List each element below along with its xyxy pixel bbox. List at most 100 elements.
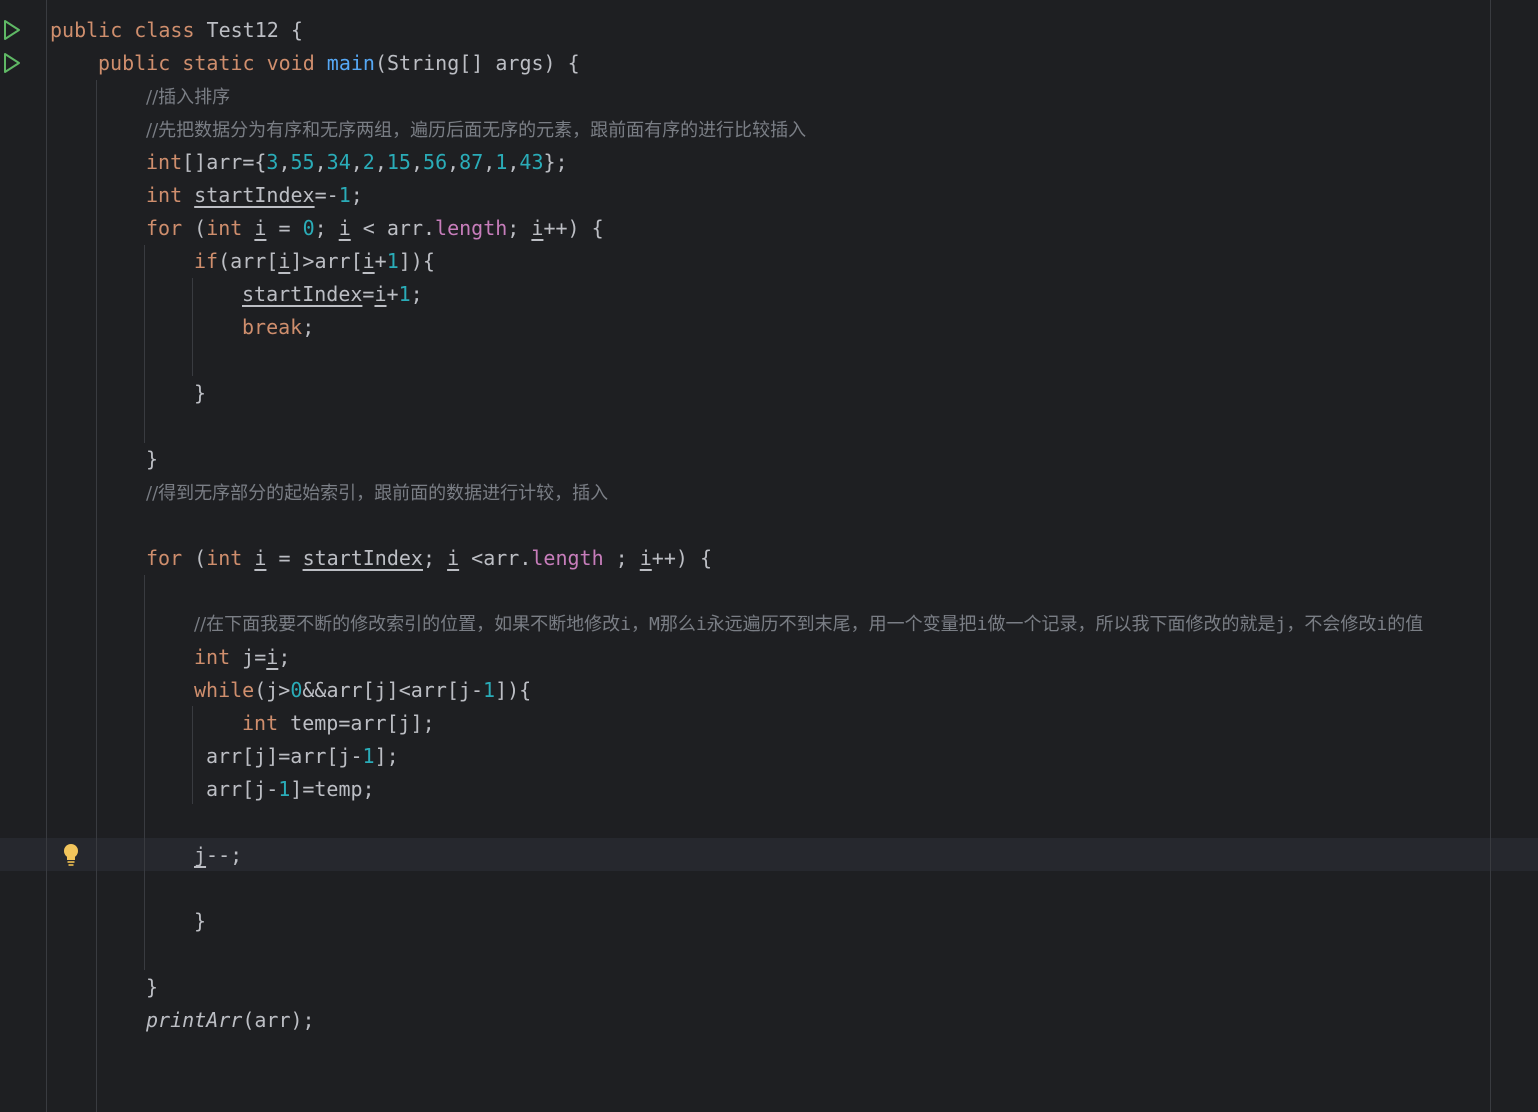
number: 0 [302,216,315,240]
variable: startIndex [302,546,423,570]
class-name: Test12 { [206,18,303,42]
code-text: (String[] args) { [374,51,580,75]
comment: M [648,614,660,635]
variable: i [447,546,460,570]
code-text: = [362,282,375,306]
gutter-border [46,0,47,1112]
method-name: main [326,51,375,75]
code-line[interactable]: } [146,971,158,1004]
code-text: --; [206,843,243,867]
number: 1 [386,249,399,273]
code-line[interactable]: j--; [194,839,242,872]
keyword: int [206,216,255,240]
number: 1 [398,282,411,306]
code-line[interactable]: //插入排序 [146,80,230,113]
code-text: = [266,216,303,240]
comment: ， [630,614,649,635]
code-text: arr[j]=arr[j- [206,744,363,768]
code-text: &&arr[j]<arr[j- [302,678,484,702]
code-text: ]){ [495,678,532,702]
code-text: ++) { [543,216,604,240]
code-line[interactable]: public static void main(String[] args) { [98,47,580,80]
code-text: (j> [254,678,291,702]
code-text: ; [410,282,423,306]
variable: i [531,216,544,240]
number: 2 [362,150,375,174]
number: 55 [290,150,315,174]
code-line[interactable]: } [194,905,206,938]
code-line[interactable]: } [194,377,206,410]
code-text: ( [194,546,207,570]
number: 1 [278,777,291,801]
keyword: int [146,183,195,207]
variable: j [194,843,207,867]
comment: //在下面我要不断的修改索引的位置，如果不断地修改 [194,614,621,635]
code-line[interactable]: for (int i = startIndex; i <arr.length ;… [146,542,712,575]
variable: i [266,645,279,669]
code-line[interactable]: public class Test12 { [50,14,303,47]
comment: //插入排序 [146,87,231,108]
code-line[interactable]: while(j>0&&arr[j]<arr[j-1]){ [194,674,531,707]
code-text: ]>arr[ [290,249,363,273]
code-line[interactable]: //在下面我要不断的修改索引的位置，如果不断地修改i，M那么i永远遍历不到末尾，… [194,608,1423,641]
variable: i [338,216,351,240]
code-text: ]){ [398,249,435,273]
number: 1 [495,150,508,174]
keyword: for [146,546,195,570]
keyword: int [242,711,291,735]
variable: i [362,249,375,273]
number: 87 [459,150,484,174]
comment: j [1275,614,1287,635]
variable: startIndex [242,282,363,306]
code-text: j= [242,645,267,669]
code-text: ( [194,216,207,240]
code-line[interactable]: for (int i = 0; i < arr.length; i++) { [146,212,604,245]
code-text: =- [314,183,339,207]
comment: //先把数据分为有序和无序两组，遍历后面无序的元素，跟前面有序的进行比较插入 [146,120,807,141]
code-text: } [146,975,159,999]
run-main-icon[interactable] [2,52,22,74]
code-text: + [374,249,387,273]
keyword: public class [50,18,207,42]
comment: ，不会修改 [1286,614,1377,635]
code-text: ; [350,183,363,207]
code-line[interactable]: int startIndex=-1; [146,179,363,212]
code-line[interactable]: arr[j-1]=temp; [206,773,375,806]
code-text: ; [278,645,291,669]
run-class-icon[interactable] [2,19,22,41]
code-line[interactable]: int j=i; [194,641,290,674]
variable: i [278,249,291,273]
code-line[interactable]: //得到无序部分的起始索引，跟前面的数据进行计较，插入 [146,476,608,509]
code-line[interactable]: arr[j]=arr[j-1]; [206,740,399,773]
code-line[interactable]: break; [242,311,314,344]
code-text: (arr[ [218,249,279,273]
code-text: arr[j- [206,777,279,801]
field: length [435,216,508,240]
code-text: } [194,909,207,933]
keyword: int [206,546,255,570]
code-text: < arr. [350,216,436,240]
lightbulb-icon[interactable] [62,843,80,867]
keyword: while [194,678,255,702]
indent-guide [144,245,145,443]
code-line[interactable]: //先把数据分为有序和无序两组，遍历后面无序的元素，跟前面有序的进行比较插入 [146,113,806,146]
number: 43 [519,150,544,174]
method-call: printArr [146,1008,243,1032]
indent-guide [144,575,145,970]
comment: 的值 [1387,614,1424,635]
variable: i [254,546,267,570]
code-line[interactable]: int[]arr={3,55,34,2,15,56,87,1,43}; [146,146,568,179]
variable: startIndex [194,183,315,207]
code-line[interactable]: } [146,443,158,476]
comment: 那么 [659,614,696,635]
code-text: temp=arr[j]; [290,711,435,735]
code-text: ; [507,216,532,240]
number: 1 [483,678,496,702]
code-text: ]=temp; [290,777,375,801]
code-text: ; [422,546,448,570]
code-line[interactable]: int temp=arr[j]; [242,707,435,740]
indent-guide [96,80,97,1112]
code-line[interactable]: startIndex=i+1; [242,278,423,311]
code-line[interactable]: if(arr[i]>arr[i+1]){ [194,245,435,278]
code-line[interactable]: printArr(arr); [146,1004,315,1037]
